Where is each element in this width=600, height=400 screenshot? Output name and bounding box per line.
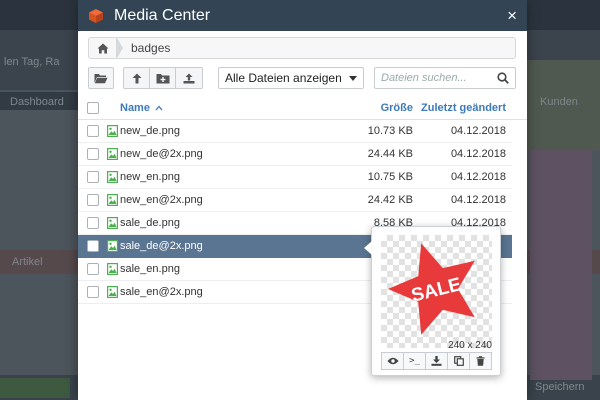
preview-actions: >_ bbox=[381, 352, 492, 370]
folder-open-icon bbox=[94, 73, 108, 83]
file-size: 10.75 KB bbox=[367, 171, 413, 183]
column-name-header[interactable]: Name bbox=[120, 102, 163, 114]
file-date: 04.12.2018 bbox=[450, 194, 506, 206]
image-file-icon bbox=[107, 125, 118, 137]
download-button[interactable] bbox=[426, 353, 448, 369]
copy-button[interactable] bbox=[448, 353, 470, 369]
file-date: 04.12.2018 bbox=[450, 171, 506, 183]
folder-plus-icon bbox=[156, 73, 169, 83]
delete-button[interactable] bbox=[470, 353, 491, 369]
insert-code-button[interactable]: >_ bbox=[404, 353, 426, 369]
file-name: sale_de@2x.png bbox=[120, 240, 203, 252]
image-file-icon bbox=[107, 194, 118, 206]
column-name-label: Name bbox=[120, 102, 150, 114]
row-checkbox[interactable] bbox=[87, 217, 99, 229]
file-name: new_en@2x.png bbox=[120, 194, 203, 206]
select-all-checkbox[interactable] bbox=[87, 102, 99, 114]
modal-header: Media Center × bbox=[78, 0, 527, 31]
file-date: 04.12.2018 bbox=[450, 148, 506, 160]
cube-logo-icon bbox=[89, 8, 103, 23]
parent-folder-button[interactable] bbox=[123, 67, 150, 89]
upload-icon bbox=[183, 73, 195, 83]
image-file-icon bbox=[107, 171, 118, 183]
preview-dimensions: 240 x 240 bbox=[448, 340, 492, 351]
image-file-icon bbox=[107, 148, 118, 160]
breadcrumb-home[interactable] bbox=[89, 38, 117, 58]
file-name: new_de.png bbox=[120, 125, 180, 137]
terminal-icon: >_ bbox=[409, 356, 420, 366]
sale-star-badge: SALE bbox=[388, 243, 475, 335]
table-row[interactable]: new_de.png 10.73 KB 04.12.2018 bbox=[78, 120, 512, 143]
file-name: new_en.png bbox=[120, 171, 180, 183]
close-button[interactable]: × bbox=[507, 7, 517, 24]
image-file-icon bbox=[107, 263, 118, 275]
popover-arrow bbox=[364, 241, 372, 255]
image-preview-popover: SALE 240 x 240 >_ bbox=[364, 226, 501, 376]
upload-button[interactable] bbox=[175, 67, 203, 89]
image-file-icon bbox=[107, 240, 118, 252]
table-row[interactable]: new_de@2x.png 24.44 KB 04.12.2018 bbox=[78, 143, 512, 166]
chevron-down-icon bbox=[349, 75, 357, 81]
row-checkbox[interactable] bbox=[87, 171, 99, 183]
scrollbar[interactable] bbox=[512, 120, 527, 400]
eye-icon bbox=[387, 357, 398, 365]
copy-icon bbox=[453, 356, 464, 366]
search-input[interactable] bbox=[381, 72, 497, 84]
modal-title: Media Center bbox=[114, 6, 211, 24]
table-header: Name Größe Zuletzt geändert bbox=[78, 98, 527, 120]
file-filter-value: Alle Dateien anzeigen bbox=[225, 71, 342, 85]
row-checkbox[interactable] bbox=[87, 194, 99, 206]
breadcrumb-separator bbox=[117, 38, 123, 58]
file-size: 24.42 KB bbox=[367, 194, 413, 206]
new-folder-button[interactable] bbox=[149, 67, 176, 89]
file-name: new_de@2x.png bbox=[120, 148, 203, 160]
file-size: 10.73 KB bbox=[367, 125, 413, 137]
row-checkbox[interactable] bbox=[87, 125, 99, 137]
search-icon[interactable] bbox=[497, 72, 509, 84]
table-row[interactable]: new_en@2x.png 24.42 KB 04.12.2018 bbox=[78, 189, 512, 212]
file-name: sale_en@2x.png bbox=[120, 286, 203, 298]
table-row[interactable]: new_en.png 10.75 KB 04.12.2018 bbox=[78, 166, 512, 189]
image-file-icon bbox=[107, 286, 118, 298]
file-date: 04.12.2018 bbox=[450, 125, 506, 137]
preview-image: SALE bbox=[381, 235, 492, 348]
file-size: 24.44 KB bbox=[367, 148, 413, 160]
row-checkbox[interactable] bbox=[87, 286, 99, 298]
image-file-icon bbox=[107, 217, 118, 229]
column-size-header[interactable]: Größe bbox=[381, 102, 413, 114]
trash-icon bbox=[476, 356, 485, 366]
row-checkbox[interactable] bbox=[87, 148, 99, 160]
file-name: sale_de.png bbox=[120, 217, 180, 229]
download-icon bbox=[431, 356, 442, 366]
breadcrumb-current[interactable]: badges bbox=[131, 41, 170, 55]
file-name: sale_en.png bbox=[120, 263, 180, 275]
home-icon bbox=[97, 43, 108, 53]
row-checkbox[interactable] bbox=[87, 263, 99, 275]
breadcrumb: badges bbox=[88, 37, 516, 59]
view-button[interactable] bbox=[382, 353, 404, 369]
arrow-up-icon bbox=[132, 73, 141, 83]
media-center-modal: Media Center × badges Alle Dateien anzei… bbox=[78, 0, 527, 400]
file-filter-select[interactable]: Alle Dateien anzeigen bbox=[218, 67, 364, 89]
row-checkbox[interactable] bbox=[87, 240, 99, 252]
search-field bbox=[374, 67, 516, 89]
sort-asc-icon bbox=[155, 105, 163, 111]
column-modified-header[interactable]: Zuletzt geändert bbox=[421, 102, 506, 114]
open-folder-button[interactable] bbox=[88, 67, 114, 89]
